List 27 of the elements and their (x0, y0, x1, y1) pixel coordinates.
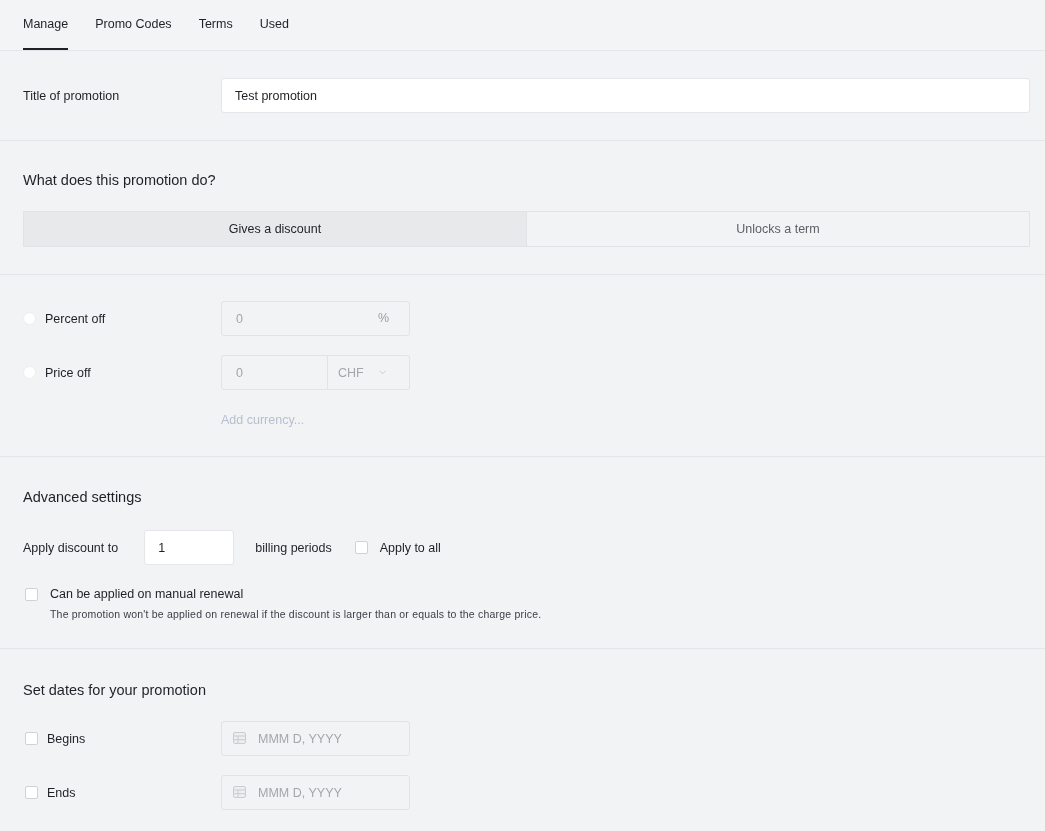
calendar-icon (233, 786, 246, 798)
field-suffix: billing periods (255, 540, 332, 555)
tab[interactable]: Promo Codes (95, 0, 172, 50)
tab[interactable]: Manage (23, 0, 69, 50)
checkbox-label: Can be applied on manual renewal (50, 587, 245, 601)
segment-option[interactable]: Unlocks a term (527, 211, 1030, 247)
checkbox-label: Begins (47, 731, 86, 746)
checkbox[interactable] (25, 588, 38, 601)
tab[interactable]: Used (259, 0, 289, 50)
section-heading: Advanced settings (23, 488, 143, 506)
tab[interactable]: Terms (198, 0, 233, 50)
checkbox[interactable] (354, 541, 368, 554)
checkbox-label: Ends (47, 785, 76, 800)
checkbox-label: Apply to all (379, 540, 441, 555)
segment-option[interactable]: Gives a discount (23, 211, 527, 247)
calendar-icon (233, 732, 246, 744)
section-heading: Set dates for your promotion (23, 681, 207, 699)
section-heading: What does this promotion do? (23, 171, 217, 189)
field-label: Title of promotion (23, 88, 121, 103)
option-label: Percent off (45, 311, 106, 326)
billing-periods-input[interactable]: 1 (144, 530, 235, 565)
caret-icon (379, 370, 386, 375)
unit-label: % (377, 311, 389, 325)
field-label: Apply discount to (23, 540, 119, 555)
hint-text: The promotion won't be applied on renewal if the discount is larger than or equals to the charge price. (50, 608, 542, 620)
title-input[interactable]: Test promotion (221, 78, 1030, 113)
option-label: Price off (45, 365, 91, 380)
